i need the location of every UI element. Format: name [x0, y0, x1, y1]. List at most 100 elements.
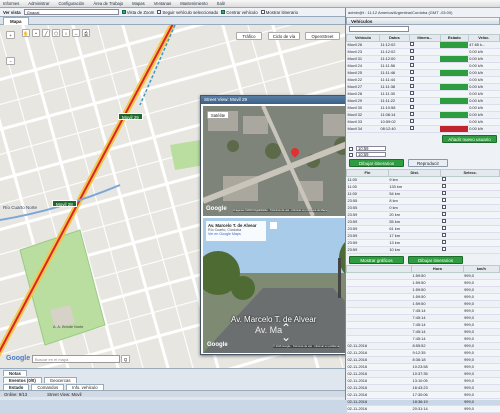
table-row[interactable]: 23:59 55 km: [346, 218, 500, 226]
print-tool-icon[interactable]: ⎙: [82, 29, 90, 37]
table-row[interactable]: 1:59:50 999,0: [346, 286, 500, 294]
tab-commands[interactable]: Comandos: [31, 383, 65, 390]
line-tool-icon[interactable]: ╱: [42, 29, 50, 37]
tab-notes[interactable]: Notas: [3, 369, 27, 376]
route-checkbox[interactable]: [410, 49, 415, 53]
marker-tool-icon[interactable]: •: [32, 29, 40, 37]
follow-vehicle-toggle[interactable]: Seguir vehículo seleccionado: [157, 10, 218, 15]
table-row[interactable]: 02-11-2016 13:10:05 999,0: [346, 377, 500, 385]
column-header[interactable]: Veloc.: [467, 34, 500, 42]
table-row[interactable]: 02-11-2016 10:23:58 999,0: [346, 363, 500, 371]
zoom-in-button[interactable]: +: [6, 31, 15, 39]
table-row[interactable]: 7:45:14 999,0: [346, 307, 500, 315]
table-row[interactable]: Movil 33 10:59:02 0.00 k/h: [346, 118, 500, 126]
table-row[interactable]: 11:00 54 km: [346, 190, 500, 198]
table-row[interactable]: Movil 28 11:11:30 0.00 k/h: [346, 90, 500, 98]
draw-routes-button-2[interactable]: Dibujar itinerarios: [408, 256, 463, 264]
tab-status[interactable]: Estado: [3, 383, 30, 390]
table-row[interactable]: 1:59:50 999,0: [346, 293, 500, 301]
follow-vehicle-checkbox[interactable]: [157, 10, 162, 14]
route-checkbox[interactable]: [410, 91, 415, 95]
select-checkbox[interactable]: [441, 205, 446, 209]
column-header[interactable]: Fin: [346, 169, 389, 177]
table-row[interactable]: 02-11-2016 9:12:35 999,0: [346, 349, 500, 357]
route-checkbox[interactable]: [410, 98, 415, 102]
table-row[interactable]: 23:55 0 km: [346, 204, 500, 212]
table-row[interactable]: Movil 34 08:12:40 0.00 k/h: [346, 125, 500, 133]
select-checkbox[interactable]: [441, 177, 446, 181]
column-header[interactable]: Datos: [379, 34, 410, 42]
route-checkbox[interactable]: [410, 105, 415, 109]
table-row[interactable]: 02-11-2016 16:43:23 999,0: [346, 384, 500, 392]
cycle-button[interactable]: Ciclo de vía: [268, 32, 300, 40]
table-row[interactable]: 1:59:50 999,0: [346, 300, 500, 308]
select-checkbox[interactable]: [441, 198, 446, 202]
select-checkbox[interactable]: [441, 233, 446, 237]
select-checkbox[interactable]: [441, 212, 446, 216]
show-routes-checkbox[interactable]: [260, 10, 265, 14]
traffic-button[interactable]: Tráfico: [236, 32, 262, 40]
column-header[interactable]: Selecc.: [440, 169, 500, 177]
table-row[interactable]: 7:45:14 999,0: [346, 321, 500, 329]
tab-events[interactable]: Eventos (0/0): [3, 376, 42, 383]
openstreet-button[interactable]: OpenStreet: [305, 32, 340, 40]
select-checkbox[interactable]: [441, 247, 446, 251]
table-row[interactable]: Movil 30 11:10:58 0.00 k/h: [346, 104, 500, 112]
table-row[interactable]: Movil 29 11:11:22 0.00 k/h: [346, 97, 500, 105]
table-row[interactable]: 7:45:14 999,0: [346, 335, 500, 343]
zoom-view-toggle[interactable]: Vista de Zoom: [121, 10, 154, 15]
draw-routes-button[interactable]: Dibujar itinerarios: [349, 159, 404, 167]
table-row[interactable]: 11:00 9 km: [346, 176, 500, 184]
tab-map[interactable]: Mapa: [3, 17, 29, 25]
table-row[interactable]: Movil 32 11:08:14 0.00 k/h: [346, 111, 500, 119]
column-header[interactable]: Dist.: [387, 169, 442, 177]
table-row[interactable]: 23:55 8 km: [346, 197, 500, 205]
table-row[interactable]: 02-11-2016 8:36:18 999,0: [346, 356, 500, 364]
column-header[interactable]: Estado: [439, 34, 469, 42]
column-header[interactable]: Hora: [411, 265, 464, 273]
time-from-input[interactable]: 10:59: [356, 146, 386, 151]
zoom-out-button[interactable]: −: [6, 57, 15, 65]
table-row[interactable]: Movil 24 11:11:56 0.00 k/h: [346, 62, 500, 70]
route-checkbox[interactable]: [410, 63, 415, 67]
nav-arrow-icon[interactable]: ⌄: [281, 330, 291, 344]
satellite-button[interactable]: Satélite: [207, 111, 229, 119]
vehicles-search-input[interactable]: [349, 26, 409, 32]
route-checkbox[interactable]: [410, 84, 415, 88]
menu-item[interactable]: Informes: [3, 1, 19, 6]
select-checkbox[interactable]: [441, 240, 446, 244]
to-checkbox[interactable]: [349, 152, 353, 157]
view-select[interactable]: Gnacai: [23, 9, 119, 15]
select-checkbox[interactable]: [441, 191, 446, 195]
table-row[interactable]: 23:59 20 km: [346, 211, 500, 219]
play-button[interactable]: Reproducir: [408, 159, 448, 167]
select-checkbox[interactable]: [441, 184, 446, 188]
route-checkbox[interactable]: [410, 77, 415, 81]
measure-tool-icon[interactable]: ↔: [72, 29, 80, 37]
tab-geofences[interactable]: Geocercas: [43, 376, 77, 383]
route-checkbox[interactable]: [410, 56, 415, 60]
column-header[interactable]: Itinera...: [408, 34, 441, 42]
menu-item[interactable]: Área de Trabajo: [93, 1, 123, 6]
show-charts-button[interactable]: Mostrar gráficos: [349, 256, 404, 264]
table-row[interactable]: 02-11-2016 17:30:06 999,0: [346, 391, 500, 399]
menu-item[interactable]: Mapas: [132, 1, 145, 6]
select-checkbox[interactable]: [441, 226, 446, 230]
table-row[interactable]: 23:59 61 km: [346, 225, 500, 233]
tab-vehicle-info[interactable]: Info. vehículo: [66, 383, 104, 390]
add-user-button[interactable]: Añadir nuevo usuario: [442, 135, 497, 143]
table-row[interactable]: 11:00 133 km: [346, 183, 500, 191]
menu-item[interactable]: Configuración: [58, 1, 84, 6]
table-row[interactable]: Movil 23 11:12:02 0.00 k/h: [346, 48, 500, 56]
route-checkbox[interactable]: [410, 112, 415, 116]
polygon-tool-icon[interactable]: ⬠: [52, 29, 60, 37]
table-row[interactable]: 7:45:14 999,0: [346, 314, 500, 322]
map-search-button[interactable]: Q: [121, 355, 130, 363]
table-row[interactable]: 23:59 10 km: [346, 246, 500, 254]
table-row[interactable]: Movil 25 11:11:46 0.00 k/h: [346, 69, 500, 77]
vehicle-marker-label[interactable]: Movil 28: [52, 200, 77, 207]
menu-item[interactable]: Administrar: [28, 1, 49, 6]
center-vehicle-toggle[interactable]: Centrar vehículo: [221, 10, 258, 15]
show-routes-toggle[interactable]: Mostrar itinerario: [260, 10, 298, 15]
table-row[interactable]: 7:45:14 999,0: [346, 328, 500, 336]
